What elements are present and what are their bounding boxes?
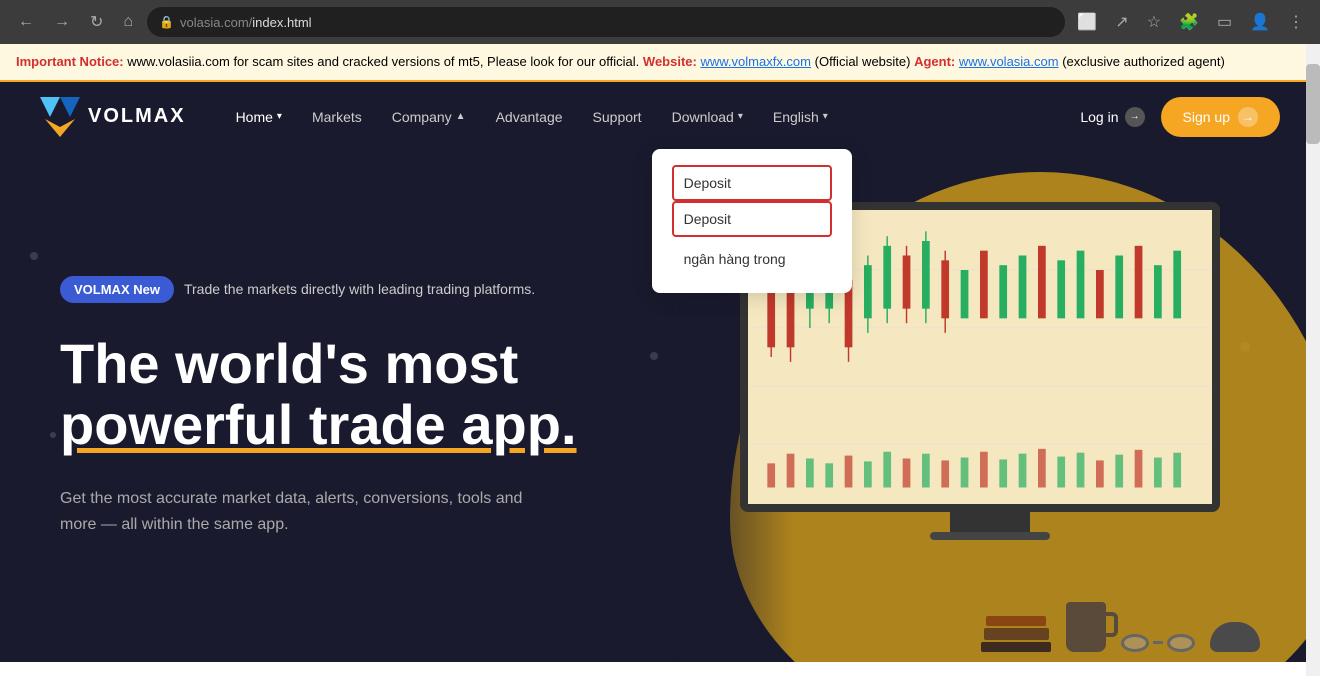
toolbar-icons: ⬜ ↗ ☆ 🧩 ▭ 👤 ⋮ xyxy=(1073,8,1308,36)
menu-icon[interactable]: ⋮ xyxy=(1284,8,1308,36)
hero-title: The world's most powerful trade app. xyxy=(60,333,577,456)
mug xyxy=(1066,602,1106,652)
nav-support[interactable]: Support xyxy=(593,109,642,125)
login-icon: → xyxy=(1125,107,1145,127)
back-button[interactable]: ← xyxy=(12,9,40,35)
language-chevron: ▾ xyxy=(823,111,828,122)
refresh-button[interactable]: ↻ xyxy=(84,8,109,36)
monitor-base xyxy=(930,532,1050,540)
signup-button[interactable]: Sign up → xyxy=(1161,97,1280,137)
nav-markets[interactable]: Markets xyxy=(312,109,362,125)
website-label: Website: xyxy=(643,54,697,69)
hero-subtitle: Get the most accurate market data, alert… xyxy=(60,486,560,537)
agent-label: Agent: xyxy=(914,54,955,69)
book-2 xyxy=(984,628,1049,640)
lock-icon: 🔒 xyxy=(159,15,174,29)
logo-icon xyxy=(40,97,80,137)
cast-icon[interactable]: ⬜ xyxy=(1073,8,1101,36)
share-icon[interactable]: ↗ xyxy=(1111,8,1132,36)
notice-body: www.volasiia.com for scam sites and crac… xyxy=(127,54,639,69)
website-url[interactable]: www.volmaxfx.com xyxy=(700,54,811,69)
important-label: Important Notice: xyxy=(16,54,124,69)
nav-language[interactable]: English ▾ xyxy=(773,109,828,125)
book-3 xyxy=(981,642,1051,652)
hero-title-underlined: powerful trade app. xyxy=(60,393,577,456)
signup-arrow-icon: → xyxy=(1238,107,1258,127)
profile-icon[interactable]: 👤 xyxy=(1246,8,1274,36)
monitor-stand xyxy=(950,512,1030,532)
hero-badge: VOLMAX New Trade the markets directly wi… xyxy=(60,276,535,303)
login-button[interactable]: Log in → xyxy=(1080,107,1144,127)
logo[interactable]: VOLMAX xyxy=(40,97,186,137)
desk-items xyxy=(981,602,1260,652)
dropdown-deposit-2[interactable]: Deposit xyxy=(672,201,832,237)
home-button[interactable]: ⌂ xyxy=(117,9,139,35)
home-chevron: ▾ xyxy=(277,111,282,122)
hero-title-line2: powerful trade app. xyxy=(60,394,577,456)
website-suffix: (Official website) xyxy=(815,54,911,69)
badge-label: VOLMAX New xyxy=(60,276,174,303)
login-label: Log in xyxy=(1080,109,1118,125)
notice-bar: Important Notice: www.volasiia.com for s… xyxy=(0,44,1320,82)
glasses xyxy=(1121,634,1195,652)
dropdown-deposit-1[interactable]: Deposit xyxy=(672,165,832,201)
nav-download[interactable]: Download ▾ Deposit Deposit ngân hàng tro… xyxy=(672,109,743,125)
address-bar[interactable]: 🔒 volasia.com/index.html xyxy=(147,7,1065,37)
star-icon[interactable]: ☆ xyxy=(1143,8,1165,36)
extensions-icon[interactable]: 🧩 xyxy=(1175,8,1203,36)
company-chevron: ▲ xyxy=(456,111,466,122)
badge-text: Trade the markets directly with leading … xyxy=(184,281,535,297)
nav-links: Home ▾ Markets Company ▲ Advantage Suppo… xyxy=(236,109,1081,125)
scrollbar-thumb[interactable] xyxy=(1306,64,1320,144)
nav-right: Log in → Sign up → xyxy=(1080,97,1280,137)
dot-3 xyxy=(650,352,658,360)
agent-suffix: (exclusive authorized agent) xyxy=(1062,54,1225,69)
signup-label: Sign up xyxy=(1183,109,1230,125)
navbar: VOLMAX Home ▾ Markets Company ▲ Advantag… xyxy=(0,82,1320,152)
browser-chrome: ← → ↻ ⌂ 🔒 volasia.com/index.html ⬜ ↗ ☆ 🧩… xyxy=(0,0,1320,44)
download-chevron: ▾ xyxy=(738,111,743,122)
tablet-icon[interactable]: ▭ xyxy=(1213,8,1236,36)
books xyxy=(981,616,1051,652)
agent-url[interactable]: www.volasia.com xyxy=(959,54,1059,69)
book-1 xyxy=(986,616,1046,626)
logo-text: VOLMAX xyxy=(88,105,186,128)
url-display: volasia.com/index.html xyxy=(180,15,312,30)
hero-content: VOLMAX New Trade the markets directly wi… xyxy=(0,216,637,597)
nav-company[interactable]: Company ▲ xyxy=(392,109,466,125)
download-dropdown: Deposit Deposit ngân hàng trong xyxy=(652,149,852,293)
hero-title-line1: The world's most xyxy=(60,333,577,395)
forward-button[interactable]: → xyxy=(48,9,76,35)
nav-advantage[interactable]: Advantage xyxy=(496,109,563,125)
dropdown-ngan-hang[interactable]: ngân hàng trong xyxy=(672,241,832,277)
nav-home[interactable]: Home ▾ xyxy=(236,109,282,125)
mouse xyxy=(1210,622,1260,652)
